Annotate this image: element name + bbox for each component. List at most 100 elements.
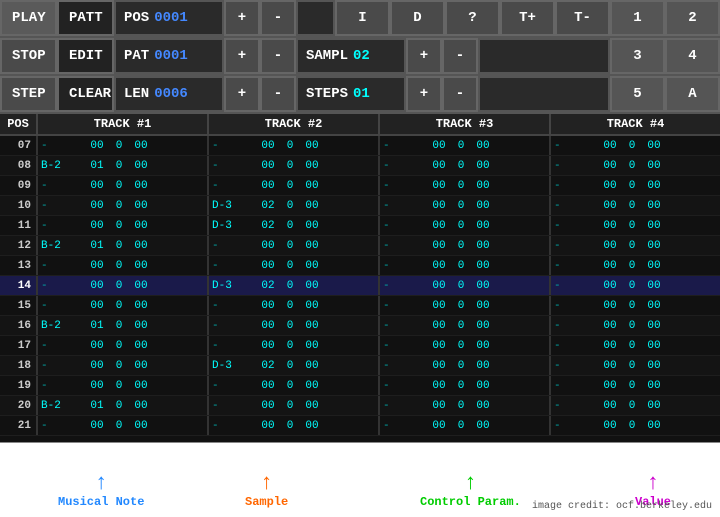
table-row[interactable]: 10 - 00 0 00 D-3 02 0 00 - 00 0 00 - 0 [0,196,720,216]
ctrl-cell: 0 [281,316,299,335]
btn-4[interactable]: 4 [665,38,720,74]
sample-arrow-icon: ↑ [260,473,273,495]
table-row[interactable]: 21 - 00 0 00 - 00 0 00 - 00 0 00 - 00 [0,416,720,436]
samp-cell: 00 [426,256,452,275]
ctrl-cell: 0 [452,256,470,275]
table-row[interactable]: 13 - 00 0 00 - 00 0 00 - 00 0 00 - 00 [0,256,720,276]
steps-minus-button[interactable]: - [442,76,478,112]
table-row[interactable]: 20 B-2 01 0 00 - 00 0 00 - 00 0 00 - 0 [0,396,720,416]
steps-plus-button[interactable]: + [406,76,442,112]
btn-1[interactable]: 1 [610,0,665,36]
track3-cells: - 00 0 00 [380,296,551,315]
note-cell: D-3 [209,276,255,295]
vel-cell: 00 [470,376,496,395]
samp-cell: 00 [84,296,110,315]
pat-plus-button[interactable]: + [224,38,260,74]
note-cell: - [380,336,426,355]
track1-cells: - 00 0 00 [38,176,209,195]
samp-cell: 00 [597,276,623,295]
pat-minus-button[interactable]: - [260,38,296,74]
ctrl-cell: 0 [452,196,470,215]
pos-plus-button[interactable]: + [224,0,260,36]
ctrl-cell: 0 [623,156,641,175]
samp-cell: 00 [426,136,452,155]
table-row[interactable]: 12 B-2 01 0 00 - 00 0 00 - 00 0 00 - 0 [0,236,720,256]
sampl-value: 02 [353,48,370,64]
table-row[interactable]: 14 - 00 0 00 D-3 02 0 00 - 00 0 00 - 0 [0,276,720,296]
btn-tplus[interactable]: T+ [500,0,555,36]
track4-cells: - 00 0 00 [551,356,720,375]
note-cell: - [38,136,84,155]
ctrl-cell: 0 [281,276,299,295]
toolbar: PLAY PATT POS 0001 + - I D ? T+ T- 1 2 S… [0,0,720,114]
note-cell: - [38,416,84,435]
btn-i[interactable]: I [335,0,390,36]
pos-value: 0001 [154,10,188,26]
track3-cells: - 00 0 00 [380,196,551,215]
samp-cell: 00 [597,236,623,255]
track3-cells: - 00 0 00 [380,356,551,375]
table-row[interactable]: 15 - 00 0 00 - 00 0 00 - 00 0 00 - 00 [0,296,720,316]
steps-label: STEPS [306,86,348,102]
track1-cells: B-2 01 0 00 [38,236,209,255]
play-button[interactable]: PLAY [0,0,57,36]
vel-cell: 00 [470,216,496,235]
btn-tminus[interactable]: T- [555,0,610,36]
table-row[interactable]: 09 - 00 0 00 - 00 0 00 - 00 0 00 - 00 [0,176,720,196]
table-row[interactable]: 16 B-2 01 0 00 - 00 0 00 - 00 0 00 - 0 [0,316,720,336]
annotation-sample: ↑ Sample [245,473,288,509]
note-cell: - [551,156,597,175]
pos-cell: 21 [0,416,38,435]
samp-cell: 00 [84,256,110,275]
patt-button[interactable]: PATT [57,0,114,36]
vel-cell: 00 [299,276,325,295]
note-cell: - [209,236,255,255]
pos-minus-button[interactable]: - [260,0,296,36]
len-minus-button[interactable]: - [260,76,296,112]
sampl-minus-button[interactable]: - [442,38,478,74]
track2-cells: - 00 0 00 [209,236,380,255]
note-cell: - [380,156,426,175]
btn-d[interactable]: D [390,0,445,36]
note-cell: - [551,276,597,295]
table-row[interactable]: 17 - 00 0 00 - 00 0 00 - 00 0 00 - 00 [0,336,720,356]
vel-cell: 00 [641,156,667,175]
note-cell: - [209,376,255,395]
table-row[interactable]: 08 B-2 01 0 00 - 00 0 00 - 00 0 00 - 0 [0,156,720,176]
sampl-label: SAMPL [306,48,348,64]
btn-q[interactable]: ? [445,0,500,36]
pos-cell: 09 [0,176,38,195]
vel-cell: 00 [641,236,667,255]
sampl-display: SAMPL 02 [296,38,406,74]
track1-cells: - 00 0 00 [38,336,209,355]
ctrl-cell: 0 [281,396,299,415]
vel-cell: 00 [128,216,154,235]
track3-cells: - 00 0 00 [380,336,551,355]
samp-cell: 00 [255,316,281,335]
sampl-plus-button[interactable]: + [406,38,442,74]
ctrl-cell: 0 [110,236,128,255]
table-row[interactable]: 11 - 00 0 00 D-3 02 0 00 - 00 0 00 - 0 [0,216,720,236]
vel-cell: 00 [128,376,154,395]
stop-button[interactable]: STOP [0,38,57,74]
vel-cell: 00 [641,176,667,195]
btn-5[interactable]: 5 [610,76,665,112]
track1-cells: - 00 0 00 [38,136,209,155]
table-row[interactable]: 18 - 00 0 00 D-3 02 0 00 - 00 0 00 - 0 [0,356,720,376]
vel-cell: 00 [299,236,325,255]
table-row[interactable]: 07 - 00 0 00 - 00 0 00 - 00 0 00 - 00 [0,136,720,156]
track2-cells: - 00 0 00 [209,136,380,155]
clear-button[interactable]: CLEAR [57,76,114,112]
btn-2[interactable]: 2 [665,0,720,36]
note-cell: - [380,276,426,295]
samp-cell: 00 [426,376,452,395]
step-button[interactable]: STEP [0,76,57,112]
edit-button[interactable]: EDIT [57,38,114,74]
btn-a[interactable]: A [665,76,720,112]
ctrl-cell: 0 [110,156,128,175]
btn-3[interactable]: 3 [610,38,665,74]
samp-cell: 00 [84,336,110,355]
len-plus-button[interactable]: + [224,76,260,112]
table-row[interactable]: 19 - 00 0 00 - 00 0 00 - 00 0 00 - 00 [0,376,720,396]
pos-cell: 10 [0,196,38,215]
